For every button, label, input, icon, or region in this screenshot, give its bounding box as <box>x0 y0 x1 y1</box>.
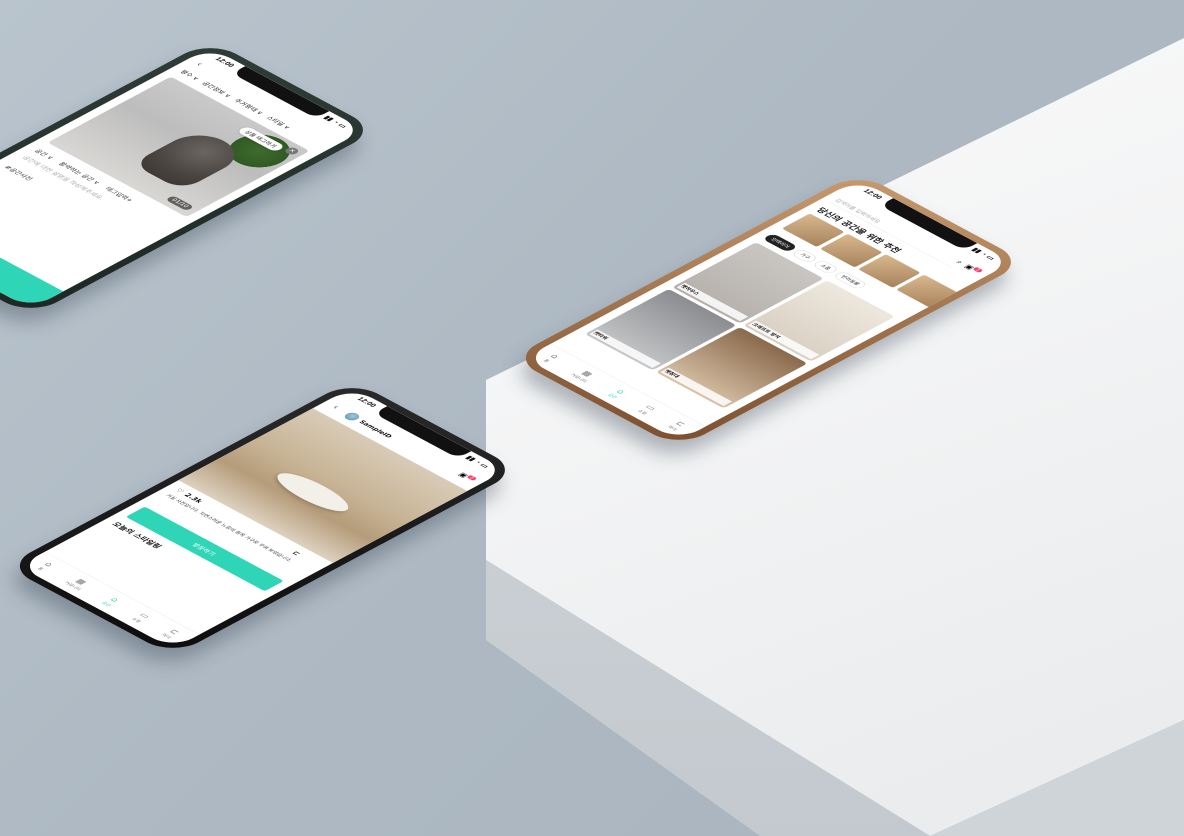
nav-home[interactable]: ⌂ 홈 <box>35 561 55 572</box>
nav-label: 홈 <box>36 566 45 572</box>
bottom-nav: ⌂ 홈 ▦ 커뮤니티 ⌂ 공간 ▭ 쇼핑 ⊏ 마이 <box>18 551 200 649</box>
nav-space[interactable]: ⌂ 공간 <box>100 596 122 608</box>
status-time: 12:00 <box>355 396 378 409</box>
nav-space[interactable]: ⌂ 공간 <box>606 388 628 400</box>
nav-shop[interactable]: ▭ 쇼핑 <box>130 612 152 624</box>
table-image <box>268 468 358 517</box>
photo-counter: 01/10 <box>165 195 195 211</box>
nav-shop[interactable]: ▭ 쇼핑 <box>636 404 658 416</box>
phone-upload-screen: 12:00 ▮▮ ◔ ▭ ‹ 평수 ∨ 공간정보 ∨ 주거형태 ∨ 스타일 ∨ … <box>0 47 365 309</box>
cart-badge: 3 <box>971 266 984 273</box>
heart-icon[interactable]: ♡ <box>173 487 186 494</box>
nav-my[interactable]: ⊏ 마이 <box>666 420 688 432</box>
cart-badge: 3 <box>465 474 478 481</box>
tab-props[interactable]: 소품 <box>811 259 840 275</box>
cart-icon[interactable]: ▣3 <box>962 263 984 275</box>
phone-post-screen: 12:00 ▮▮ ◔ ▭ ‹ SampleID ▣3 ♡ 2.3k ⊏ 거실 사… <box>18 387 507 649</box>
nav-my[interactable]: ⊏ 마이 <box>160 628 182 640</box>
phone-upload: 12:00 ▮▮ ◔ ▭ ‹ 평수 ∨ 공간정보 ∨ 주거형태 ∨ 스타일 ∨ … <box>0 40 379 316</box>
tab-furniture[interactable]: 가구 <box>791 248 819 264</box>
card-caption: 펫침대 <box>660 367 732 406</box>
chevron-left-icon[interactable]: ‹ <box>330 404 342 410</box>
confirm-button[interactable]: 확인 <box>0 208 64 309</box>
nav-label: 홈 <box>542 358 551 364</box>
status-time: 12:00 <box>213 56 236 69</box>
signal-icon: ▮▮ ◔ ▭ <box>463 454 491 470</box>
nav-community[interactable]: ▦ 커뮤니티 <box>569 368 599 384</box>
card-caption: 캣타워 <box>589 329 661 368</box>
poodle-image <box>131 127 250 191</box>
signal-icon: ▮▮ ◔ ▭ <box>969 246 997 262</box>
nav-community[interactable]: ▦ 커뮤니티 <box>63 576 93 592</box>
header-icons: ⌕ ▣3 <box>953 259 984 275</box>
bookmark-icon[interactable]: ⊏ <box>290 550 302 557</box>
status-time: 12:00 <box>861 188 884 201</box>
nav-home[interactable]: ⌂ 홈 <box>541 353 561 364</box>
phone-post: 12:00 ▮▮ ◔ ▭ ‹ SampleID ▣3 ♡ 2.3k ⊏ 거실 사… <box>4 380 521 656</box>
chevron-left-icon[interactable]: ‹ <box>193 61 205 67</box>
